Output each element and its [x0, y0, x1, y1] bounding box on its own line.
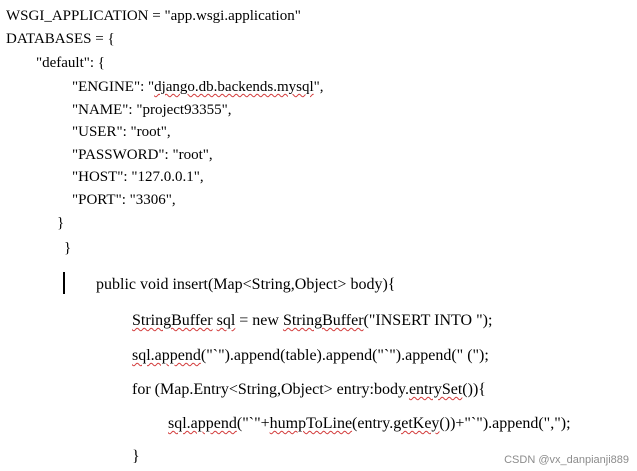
password-line: "PASSWORD": "root",	[72, 147, 213, 163]
stringbuffer-token: StringBuffer	[132, 312, 213, 329]
code-line-4: for (Map.Entry<String,Object> entry:body…	[132, 381, 486, 398]
code-line-5: sql.append("`"+humpToLine(entry.getKey()…	[168, 415, 571, 432]
method-signature: public void insert(Map<String,Object> bo…	[96, 276, 396, 293]
default-line: "default": {	[36, 55, 106, 71]
sql-append-token: sql.append	[132, 347, 201, 364]
user-line: "USER": "root",	[72, 124, 171, 140]
code-line-3: sql.append("`").append(table).append("`"…	[132, 347, 489, 364]
engine-line: "ENGINE": "django.db.backends.mysql",	[72, 79, 324, 95]
code-line-2: StringBuffer sql = new StringBuffer("INS…	[132, 312, 493, 329]
humptoline-token: humpToLine	[269, 415, 353, 432]
text-cursor	[63, 272, 65, 294]
csdn-watermark: CSDN @vx_danpianji889	[504, 454, 629, 466]
name-line: "NAME": "project93355",	[72, 102, 232, 118]
databases-line: DATABASES = {	[6, 31, 115, 47]
wsgi-line: WSGI_APPLICATION = "app.wsgi.application…	[6, 8, 301, 24]
code-closing-brace: }	[132, 448, 140, 465]
getkey-token: getKey	[393, 415, 440, 432]
sql-token: sql	[216, 312, 236, 329]
close-brace-2: }	[64, 240, 72, 256]
host-line: "HOST": "127.0.0.1",	[72, 169, 204, 185]
close-brace-1: }	[57, 215, 65, 231]
stringbuffer-token-2: StringBuffer	[282, 312, 364, 329]
sql-append-token-2: sql.append	[168, 415, 237, 432]
port-line: "PORT": "3306",	[72, 192, 176, 208]
entryset-token: entrySet	[408, 381, 463, 398]
